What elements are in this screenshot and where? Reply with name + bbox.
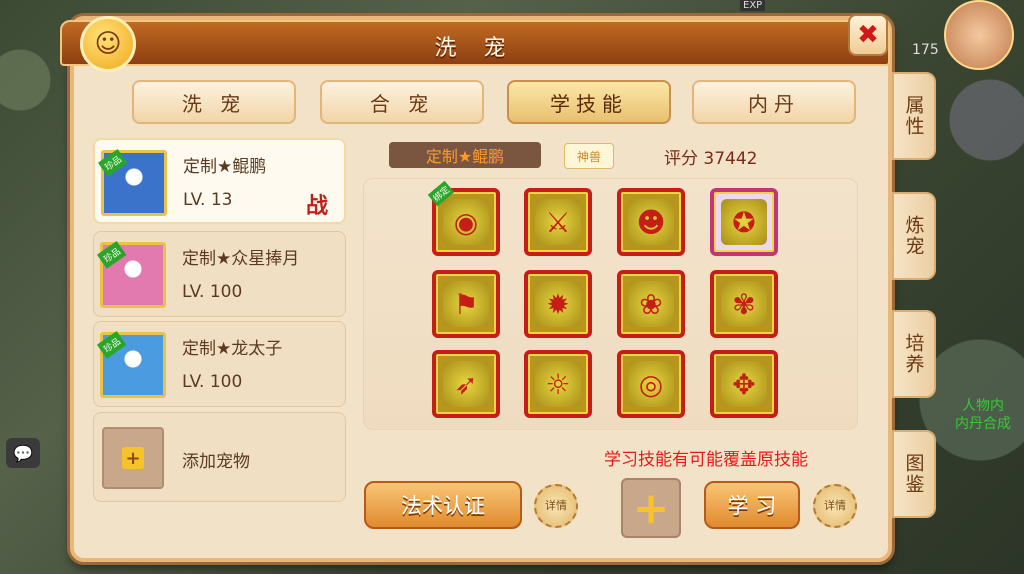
add-pet-label: 添加宠物 [182,452,250,472]
bear-icon: ✥ [721,361,767,407]
rare-badge: 珍品 [97,149,128,177]
skill-slot[interactable]: ⚔ [524,188,592,256]
chat-icon[interactable]: 💬 [6,438,40,468]
tab-1[interactable]: 合 宠 [320,80,484,124]
pet-item[interactable]: 珍品 定制★龙太子 LV. 100 [93,321,346,407]
flag-icon: ⚑ [443,281,489,327]
pet-name: 定制★龙太子 [182,339,283,359]
map-label-2: 内丹合成 [955,416,1011,432]
pet-avatar: 珍品 [96,241,166,308]
smiley-icon: ☺ [80,16,136,72]
add-skill-book-button[interactable]: + [621,478,681,538]
skill-slot[interactable]: ◎ [617,350,685,418]
skill-slot[interactable]: ☻ [617,188,685,256]
side-tab-0[interactable]: 属性 [892,72,936,160]
shield-icon: ◉ [443,199,489,245]
blade-icon: ➶ [443,361,489,407]
bear-face-icon: ☻ [628,199,674,245]
close-icon: ✖ [857,20,879,50]
skill-slot[interactable]: ➶ [432,350,500,418]
exp-label: EXP [740,0,766,11]
pet-item[interactable]: 珍品 定制★鲲鹏 LV. 13 战 [93,138,346,224]
window-title: 洗 宠 [434,36,516,61]
add-pet-button[interactable]: + 添加宠物 [93,412,346,502]
detail-button-2[interactable]: 详情 [813,484,857,528]
pet-avatar: 珍品 [96,331,166,398]
plus-icon: + [122,447,144,469]
warning-text: 学习技能有可能覆盖原技能 [604,450,808,470]
tab-2[interactable]: 学技能 [507,80,671,124]
skill-slot[interactable]: ✥ [710,350,778,418]
demon-icon: ✹ [535,281,581,327]
pet-name: 定制★众星捧月 [182,249,300,269]
rare-badge: 珍品 [96,331,127,359]
tab-0[interactable]: 洗 宠 [132,80,296,124]
skill-slot[interactable]: ✪ [710,188,778,256]
tab-3[interactable]: 内丹 [692,80,856,124]
side-tab-1[interactable]: 炼宠 [892,192,936,280]
pet-level: LV. 13 [183,190,233,210]
weapon-icon: ⚔ [535,199,581,245]
skill-slot[interactable]: ◉ 绑定 [427,180,500,256]
skill-slot[interactable]: ☼ [524,350,592,418]
add-box: + [102,427,164,489]
pet-level: LV. 100 [182,372,243,392]
pet-score: 评分 37442 [664,149,758,169]
skill-slot[interactable]: ✹ [524,270,592,338]
title-bar: 洗 宠 [60,20,890,66]
pet-item[interactable]: 珍品 定制★众星捧月 LV. 100 [93,231,346,317]
owl-icon: ◎ [628,361,674,407]
skill-slot[interactable]: ✾ [710,270,778,338]
pet-avatar: 珍品 [97,149,167,216]
skill-slot[interactable]: ❀ [617,270,685,338]
monkey-icon: ✪ [721,199,767,245]
peach-icon: ❀ [628,281,674,327]
map-label-1: 人物内 [962,398,1004,414]
magic-cert-button[interactable]: 法术认证 [364,481,522,529]
shenshou-badge: 神兽 [564,143,614,169]
learn-button[interactable]: 学 习 [704,481,800,529]
pet-name: 定制★鲲鹏 [183,157,267,177]
pet-level: LV. 100 [182,282,243,302]
selected-pet-tag: 定制★鲲鹏 [389,142,541,168]
rare-badge: 珍品 [96,241,127,269]
detail-button-1[interactable]: 详情 [534,484,578,528]
runner-icon: ✾ [721,281,767,327]
battle-badge: 战 [305,193,328,219]
player-level: 175 [912,42,939,58]
side-tab-2[interactable]: 培养 [892,310,936,398]
lion-icon: ☼ [535,361,581,407]
close-button[interactable]: ✖ [848,14,888,56]
side-tab-3[interactable]: 图鉴 [892,430,936,518]
skill-slot[interactable]: ⚑ [432,270,500,338]
player-avatar[interactable] [944,0,1014,70]
plus-icon: + [632,482,670,534]
